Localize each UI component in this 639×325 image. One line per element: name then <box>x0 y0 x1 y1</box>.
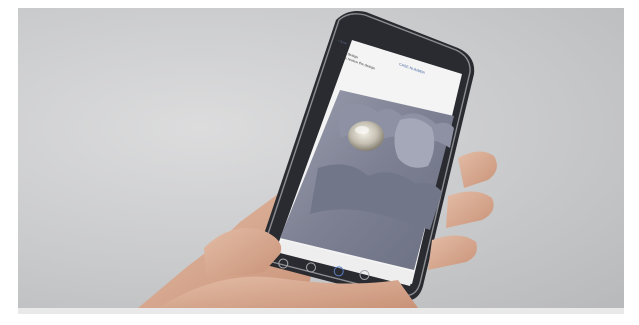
scan-icon[interactable] <box>277 257 289 270</box>
design-icon[interactable] <box>333 265 345 277</box>
settings-icon[interactable] <box>358 269 371 281</box>
finger-low <box>428 235 477 270</box>
back-button[interactable]: < Back <box>338 38 348 45</box>
bottom-strip <box>18 308 624 314</box>
finger-mid <box>446 191 494 228</box>
teeth-icon[interactable] <box>305 261 317 274</box>
finger-top <box>458 151 497 188</box>
status-time: 9:41 <box>380 45 387 52</box>
crown <box>348 121 384 151</box>
case-title: CASE NUMBER <box>398 62 425 76</box>
